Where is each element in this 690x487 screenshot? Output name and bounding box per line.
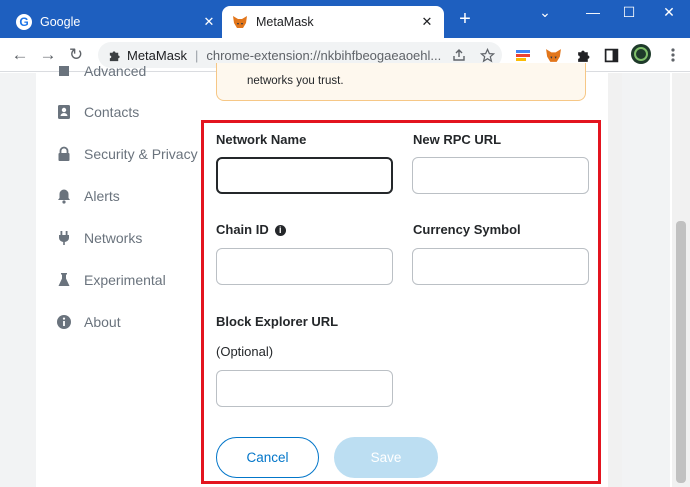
plug-icon — [56, 230, 72, 246]
metamask-fox-icon — [232, 14, 248, 30]
bell-icon — [56, 188, 72, 204]
side-panel-icon[interactable] — [602, 46, 620, 64]
minimize-button[interactable]: — — [582, 4, 604, 20]
sidebar-item-experimental[interactable]: Experimental — [56, 268, 166, 292]
bookmark-star-icon[interactable] — [478, 46, 496, 64]
sidebar-item-label: About — [84, 314, 121, 330]
sidebar-item-networks[interactable]: Networks — [56, 226, 142, 250]
back-arrow-icon[interactable]: ← — [10, 45, 30, 65]
block-explorer-optional: (Optional) — [216, 344, 274, 359]
currency-symbol-input[interactable] — [412, 248, 589, 285]
currency-symbol-label: Currency Symbol — [413, 222, 521, 237]
sidebar-item-about[interactable]: About — [56, 310, 121, 334]
new-tab-button[interactable]: + — [455, 9, 475, 30]
sidebar-item-contacts[interactable]: Contacts — [56, 100, 139, 124]
settings-page: Advanced Contacts Security & Privacy Ale… — [0, 63, 690, 487]
google-icon: G — [16, 14, 32, 30]
tab-strip: G Google ✕ MetaMask ✕ + ⌄ — ☐ ✕ — [0, 0, 690, 38]
metamask-fox-icon[interactable] — [544, 46, 562, 64]
sidebar-item-label: Networks — [84, 230, 143, 246]
advanced-icon — [56, 63, 72, 79]
chain-id-label: Chain ID — [216, 222, 269, 237]
sidebar-item-label: Experimental — [84, 272, 166, 288]
info-icon[interactable]: i — [274, 225, 286, 237]
tab-metamask[interactable]: MetaMask ✕ — [222, 6, 444, 38]
settings-sidebar: Advanced Contacts Security & Privacy Ale… — [36, 63, 202, 487]
sidebar-item-advanced[interactable]: Advanced — [56, 59, 146, 83]
network-name-label: Network Name — [216, 132, 307, 147]
rpc-url-input[interactable] — [412, 157, 589, 194]
tab-title: Google — [40, 15, 81, 29]
warning-banner: networks you trust. — [216, 63, 586, 101]
chain-id-label-group: Chain ID i — [216, 222, 286, 237]
info-icon — [56, 314, 72, 330]
sidebar-item-label: Contacts — [84, 104, 140, 120]
tab-title: MetaMask — [256, 15, 314, 29]
sidebar-item-alerts[interactable]: Alerts — [56, 184, 120, 208]
sidebar-item-label: Alerts — [84, 188, 120, 204]
forward-arrow-icon[interactable]: → — [38, 45, 58, 65]
close-icon[interactable]: ✕ — [202, 15, 216, 29]
tab-google[interactable]: G Google ✕ — [6, 6, 226, 38]
content-scrollbar[interactable] — [608, 73, 622, 487]
lock-icon — [56, 146, 72, 162]
window-scrollbar-thumb[interactable] — [676, 221, 686, 483]
url-text: chrome-extension://nkbihfbeogaeaoehl... — [206, 47, 442, 63]
page-gutter-right — [622, 73, 670, 487]
sidebar-item-security[interactable]: Security & Privacy — [56, 142, 198, 166]
avatar[interactable] — [630, 43, 652, 65]
maximize-button[interactable]: ☐ — [618, 4, 640, 20]
extension-color-icon[interactable] — [514, 46, 532, 64]
rpc-url-label: New RPC URL — [413, 132, 502, 147]
save-button[interactable]: Save — [334, 437, 438, 478]
flask-icon — [56, 272, 72, 288]
close-icon[interactable]: ✕ — [420, 15, 434, 29]
contacts-icon — [56, 104, 72, 120]
cancel-button[interactable]: Cancel — [216, 437, 319, 478]
warning-text: networks you trust. — [247, 75, 344, 87]
block-explorer-label: Block Explorer URL — [216, 314, 339, 329]
page-gutter — [0, 73, 36, 487]
close-window-button[interactable]: ✕ — [658, 4, 680, 20]
share-icon[interactable] — [450, 46, 468, 64]
chevron-down-icon[interactable]: ⌄ — [534, 4, 556, 20]
separator: | — [194, 47, 199, 63]
sidebar-item-label: Security & Privacy — [84, 146, 198, 162]
sidebar-item-label: Advanced — [84, 63, 147, 79]
network-name-input[interactable] — [216, 157, 393, 194]
more-menu-icon[interactable] — [664, 46, 682, 64]
block-explorer-input[interactable] — [216, 370, 393, 407]
chain-id-input[interactable] — [216, 248, 393, 285]
extensions-puzzle-icon[interactable] — [574, 46, 592, 64]
